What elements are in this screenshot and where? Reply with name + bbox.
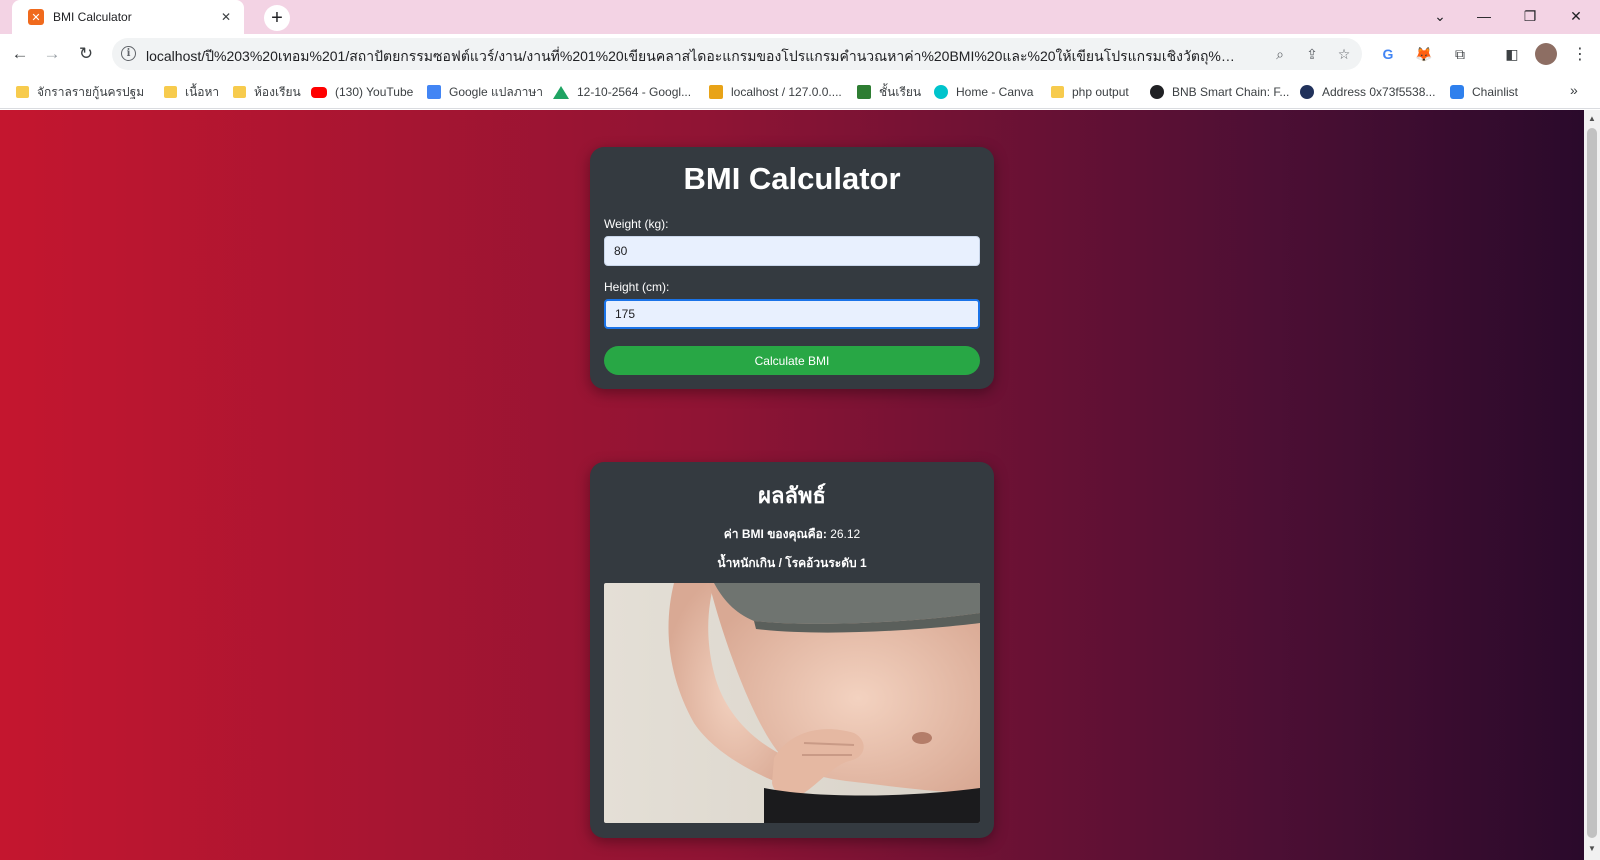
- phpmyadmin-icon: [709, 85, 723, 99]
- bookmark-item[interactable]: (130) YouTube: [311, 83, 413, 101]
- bmi-form-card: BMI Calculator Weight (kg): Height (cm):…: [590, 147, 994, 389]
- folder-icon: [16, 86, 29, 98]
- bookmark-item[interactable]: จักราลรายกู้นครปฐม: [16, 83, 144, 101]
- bookmark-item[interactable]: ห้องเรียน: [233, 83, 301, 101]
- bookmark-item[interactable]: BNB Smart Chain: F...: [1150, 83, 1289, 101]
- bookmark-label: Chainlist: [1472, 85, 1519, 99]
- xampp-icon: ✕: [28, 9, 44, 25]
- folder-icon: [233, 86, 246, 98]
- bookmark-item[interactable]: Chainlist: [1450, 83, 1518, 101]
- scroll-up-arrow-icon[interactable]: ▲: [1587, 114, 1597, 126]
- bmi-result-value: 26.12: [830, 527, 861, 541]
- scroll-down-arrow-icon[interactable]: ▼: [1587, 844, 1597, 856]
- back-button[interactable]: ←: [6, 40, 34, 68]
- chainlist-icon: [1450, 85, 1464, 99]
- reload-button[interactable]: ↻: [72, 40, 100, 68]
- side-panel-icon[interactable]: ◧: [1501, 43, 1523, 65]
- bookmark-label: 12-10-2564 - Googl...: [577, 85, 692, 99]
- bookmark-item[interactable]: Address 0x73f5538...: [1300, 83, 1435, 101]
- browser-toolbar: ← → ↻ i localhost/ปี%203%20เทอม%201/สถาป…: [0, 34, 1600, 74]
- bookmark-item[interactable]: Google แปลภาษา: [427, 83, 543, 101]
- weight-input[interactable]: [604, 236, 980, 266]
- calculate-bmi-button[interactable]: Calculate BMI: [604, 346, 980, 375]
- zoom-icon[interactable]: ⌕: [1269, 43, 1291, 65]
- folder-icon: [164, 86, 177, 98]
- youtube-icon: [311, 86, 327, 98]
- page-title: BMI Calculator: [683, 161, 901, 196]
- classroom-icon: [857, 85, 871, 99]
- tab-search-button[interactable]: ⌄: [1425, 4, 1455, 28]
- bookmark-label: จักราลรายกู้นครปฐม: [37, 84, 145, 99]
- bookmark-star-icon[interactable]: ☆: [1333, 43, 1355, 65]
- scroll-thumb[interactable]: [1587, 128, 1597, 838]
- height-label: Height (cm):: [604, 280, 670, 294]
- google-translate-icon: [427, 85, 441, 99]
- bookmark-label: ชั้นเรียน: [879, 84, 922, 99]
- bscscan-icon: [1300, 85, 1314, 99]
- weight-label: Weight (kg):: [604, 217, 669, 231]
- bookmark-label: Address 0x73f5538...: [1322, 85, 1436, 99]
- bookmark-item[interactable]: เนื้อหา: [164, 83, 219, 101]
- translate-extension-icon[interactable]: G: [1377, 43, 1399, 65]
- result-title: ผลลัพธ์: [758, 483, 826, 508]
- bookmark-item[interactable]: 12-10-2564 - Googl...: [553, 83, 691, 101]
- bmi-result-label: ค่า BMI ของคุณคือ:: [723, 527, 827, 541]
- address-bar[interactable]: i localhost/ปี%203%20เทอม%201/สถาปัตยกรร…: [112, 38, 1362, 70]
- share-icon[interactable]: ⇪: [1301, 43, 1323, 65]
- close-window-button[interactable]: ✕: [1561, 4, 1591, 28]
- site-info-icon[interactable]: i: [121, 46, 136, 61]
- bookmark-item[interactable]: ชั้นเรียน: [857, 83, 921, 101]
- bookmark-item[interactable]: localhost / 127.0.0....: [709, 83, 842, 101]
- minimize-button[interactable]: —: [1469, 4, 1499, 28]
- browser-menu-icon[interactable]: ⋮: [1569, 43, 1591, 65]
- google-drive-icon: [553, 85, 569, 99]
- profile-avatar[interactable]: [1535, 43, 1557, 65]
- close-tab-icon[interactable]: ✕: [218, 9, 234, 25]
- canva-icon: [934, 85, 948, 99]
- page-viewport: BMI Calculator Weight (kg): Height (cm):…: [0, 110, 1584, 860]
- url-text[interactable]: localhost/ปี%203%20เทอม%201/สถาปัตยกรรมซ…: [146, 46, 1236, 68]
- browser-tab[interactable]: ✕ BMI Calculator ✕: [12, 0, 244, 34]
- globe-icon: [1150, 85, 1164, 99]
- tab-strip: ✕ BMI Calculator ✕ + ⌄ — ❐ ✕: [0, 0, 1600, 34]
- bmi-result-line: ค่า BMI ของคุณคือ: 26.12: [590, 525, 994, 544]
- bmi-category: น้ำหนักเกิน / โรคอ้วนระดับ 1: [717, 556, 867, 570]
- height-input[interactable]: [604, 299, 980, 329]
- bookmark-label: Google แปลภาษา: [449, 84, 544, 99]
- bookmark-label: BNB Smart Chain: F...: [1172, 85, 1290, 99]
- bookmark-label: ห้องเรียน: [254, 84, 301, 99]
- new-tab-button[interactable]: +: [264, 5, 290, 31]
- restore-button[interactable]: ❐: [1515, 4, 1545, 28]
- bookmark-label: localhost / 127.0.0....: [731, 85, 842, 99]
- bookmark-label: (130) YouTube: [335, 85, 414, 99]
- bookmark-item[interactable]: php output: [1051, 83, 1129, 101]
- metamask-icon[interactable]: 🦊: [1413, 43, 1435, 65]
- tab-title: BMI Calculator: [53, 10, 132, 24]
- bookmark-label: เนื้อหา: [185, 84, 220, 99]
- bookmarks-bar: จักราลรายกู้นครปฐม เนื้อหา ห้องเรียน (13…: [0, 74, 1600, 109]
- folder-icon: [1051, 86, 1064, 98]
- result-card: ผลลัพธ์ ค่า BMI ของคุณคือ: 26.12 น้ำหนัก…: [590, 462, 994, 838]
- more-bookmarks-icon[interactable]: »: [1570, 82, 1578, 98]
- forward-button[interactable]: →: [38, 40, 66, 68]
- bookmark-label: php output: [1072, 85, 1129, 99]
- page-scrollbar[interactable]: ▲ ▼: [1584, 110, 1600, 860]
- extensions-puzzle-icon[interactable]: ⧉: [1449, 43, 1471, 65]
- overweight-belly-photo: [604, 583, 980, 823]
- bookmark-item[interactable]: Home - Canva: [934, 83, 1033, 101]
- bookmark-label: Home - Canva: [956, 85, 1034, 99]
